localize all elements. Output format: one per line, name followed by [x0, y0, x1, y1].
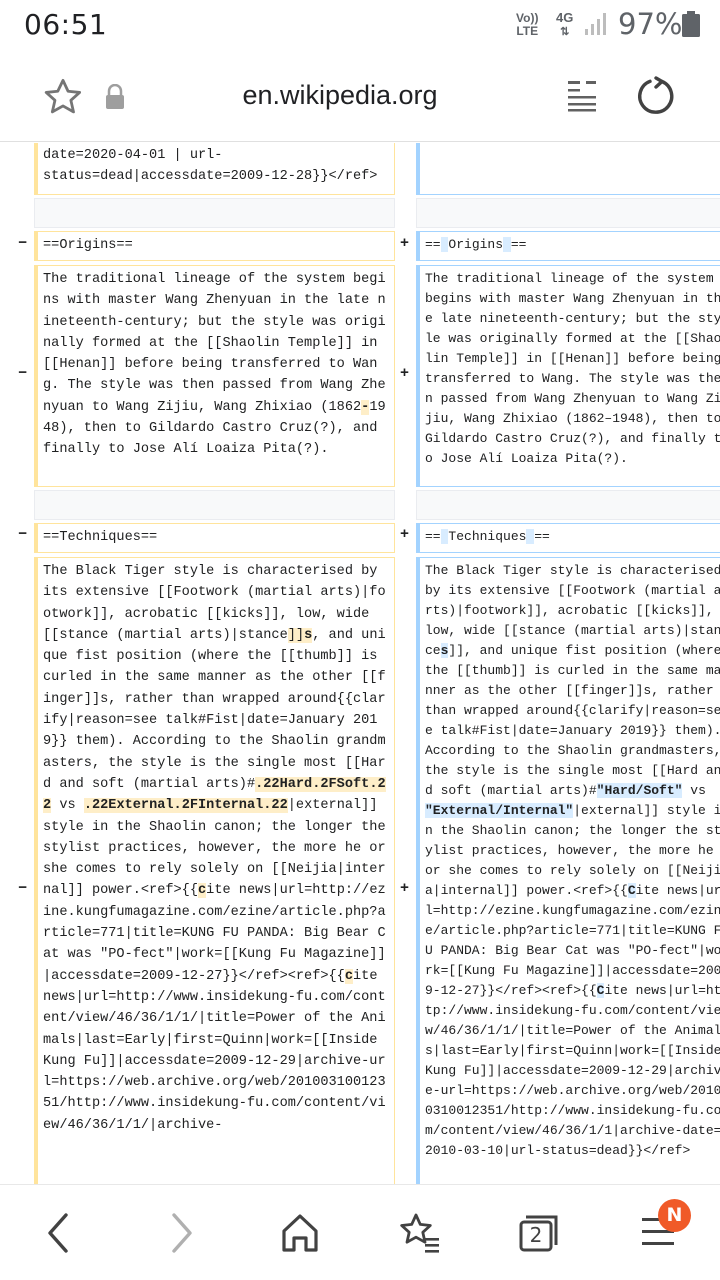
battery-icon — [682, 11, 700, 37]
empty-context-left — [34, 490, 395, 520]
removed-text: ==Origins== — [43, 238, 133, 253]
removed-marker: − — [18, 526, 28, 543]
added-line-techniques: == Techniques == — [416, 523, 720, 553]
clock: 06:51 — [24, 8, 108, 41]
context-cell-right — [416, 143, 720, 195]
tabs-count: 2 — [529, 1223, 543, 1247]
removed-marker: − — [18, 235, 28, 252]
removed-text: The traditional lineage of the system be… — [43, 272, 386, 415]
empty-context-right — [416, 490, 720, 520]
added-text: Origins — [448, 237, 504, 252]
back-icon[interactable] — [42, 1211, 76, 1255]
removed-highlight: s — [304, 627, 313, 643]
removed-highlight: .22External.2FInternal.22 — [83, 798, 288, 814]
added-highlight: "External/Internal" — [425, 803, 574, 818]
added-highlight: C — [627, 883, 636, 898]
added-marker: + — [400, 235, 410, 252]
added-highlight: "Hard/Soft" — [596, 783, 683, 798]
added-text: == — [510, 237, 527, 252]
removed-line-techniques: ==Techniques== — [34, 523, 395, 553]
removed-text: vs — [51, 798, 84, 814]
volte-indicator: Vo)) LTE — [516, 12, 538, 38]
bottom-toolbar: 2 — [0, 1184, 720, 1280]
added-text: == — [534, 529, 550, 544]
added-text: == — [425, 237, 441, 252]
added-paragraph-techniques: The Black Tiger style is characterised b… — [416, 557, 720, 1184]
removed-highlight: ]] — [287, 627, 305, 643]
empty-context-left — [34, 198, 395, 228]
removed-paragraph-techniques: The Black Tiger style is characterised b… — [34, 557, 395, 1184]
forward-icon[interactable] — [164, 1211, 198, 1255]
network-indicator: 4G ⇅ — [556, 11, 573, 39]
address-bar: en.wikipedia.org — [0, 50, 720, 142]
removed-text: , and unique fist position (where the [[… — [43, 627, 386, 792]
reader-mode-icon[interactable] — [566, 78, 598, 112]
context-text: date=2020-04-01 | url- status=dead|acces… — [43, 148, 378, 185]
reload-icon[interactable] — [636, 76, 676, 116]
removed-text: ite news|url=http://ezine.kungfumagazine… — [43, 883, 386, 984]
added-whitespace — [503, 237, 511, 252]
added-paragraph-lineage: The traditional lineage of the system be… — [416, 265, 720, 487]
added-text: The traditional lineage of the system be… — [425, 271, 720, 466]
added-marker: + — [400, 526, 410, 543]
lte-label: LTE — [516, 24, 539, 38]
data-arrows-icon: ⇅ — [560, 26, 570, 38]
context-cell-left: date=2020-04-01 | url- status=dead|acces… — [34, 143, 395, 195]
notification-badge: N — [658, 1199, 691, 1232]
removed-marker: − — [18, 880, 28, 897]
added-text: vs — [682, 783, 714, 798]
added-text: ]], and unique fist position (where the … — [425, 643, 720, 798]
added-marker: + — [400, 365, 410, 382]
removed-marker: − — [18, 365, 28, 382]
removed-line-origins: ==Origins== — [34, 231, 395, 261]
removed-text: ite news|url=http://www.insidekung-fu.co… — [43, 968, 386, 1133]
added-text: ite news|url=http://ezine.kungfumagazine… — [425, 883, 720, 998]
bookmarks-icon[interactable] — [398, 1211, 442, 1255]
battery-percent: 97% — [618, 7, 683, 41]
diff-view[interactable]: date=2020-04-01 | url- status=dead|acces… — [0, 143, 720, 1184]
added-line-origins: == Origins == — [416, 231, 720, 261]
added-text: == — [425, 529, 441, 544]
removed-paragraph-lineage: The traditional lineage of the system be… — [34, 265, 395, 487]
empty-context-right — [416, 198, 720, 228]
home-icon[interactable] — [280, 1211, 320, 1255]
added-marker: + — [400, 880, 410, 897]
added-text: ite news|url=http://www.insidekung-fu.co… — [425, 983, 720, 1158]
network-type: 4G — [556, 10, 574, 25]
tabs-button[interactable]: 2 — [518, 1213, 560, 1253]
removed-highlight: c — [198, 883, 207, 899]
status-bar: 06:51 Vo)) LTE 4G ⇅ 97% — [0, 0, 720, 50]
added-text: Techniques — [448, 529, 527, 544]
signal-icon — [585, 13, 606, 35]
removed-text: ==Techniques== — [43, 530, 158, 545]
removed-highlight: c — [344, 968, 354, 984]
